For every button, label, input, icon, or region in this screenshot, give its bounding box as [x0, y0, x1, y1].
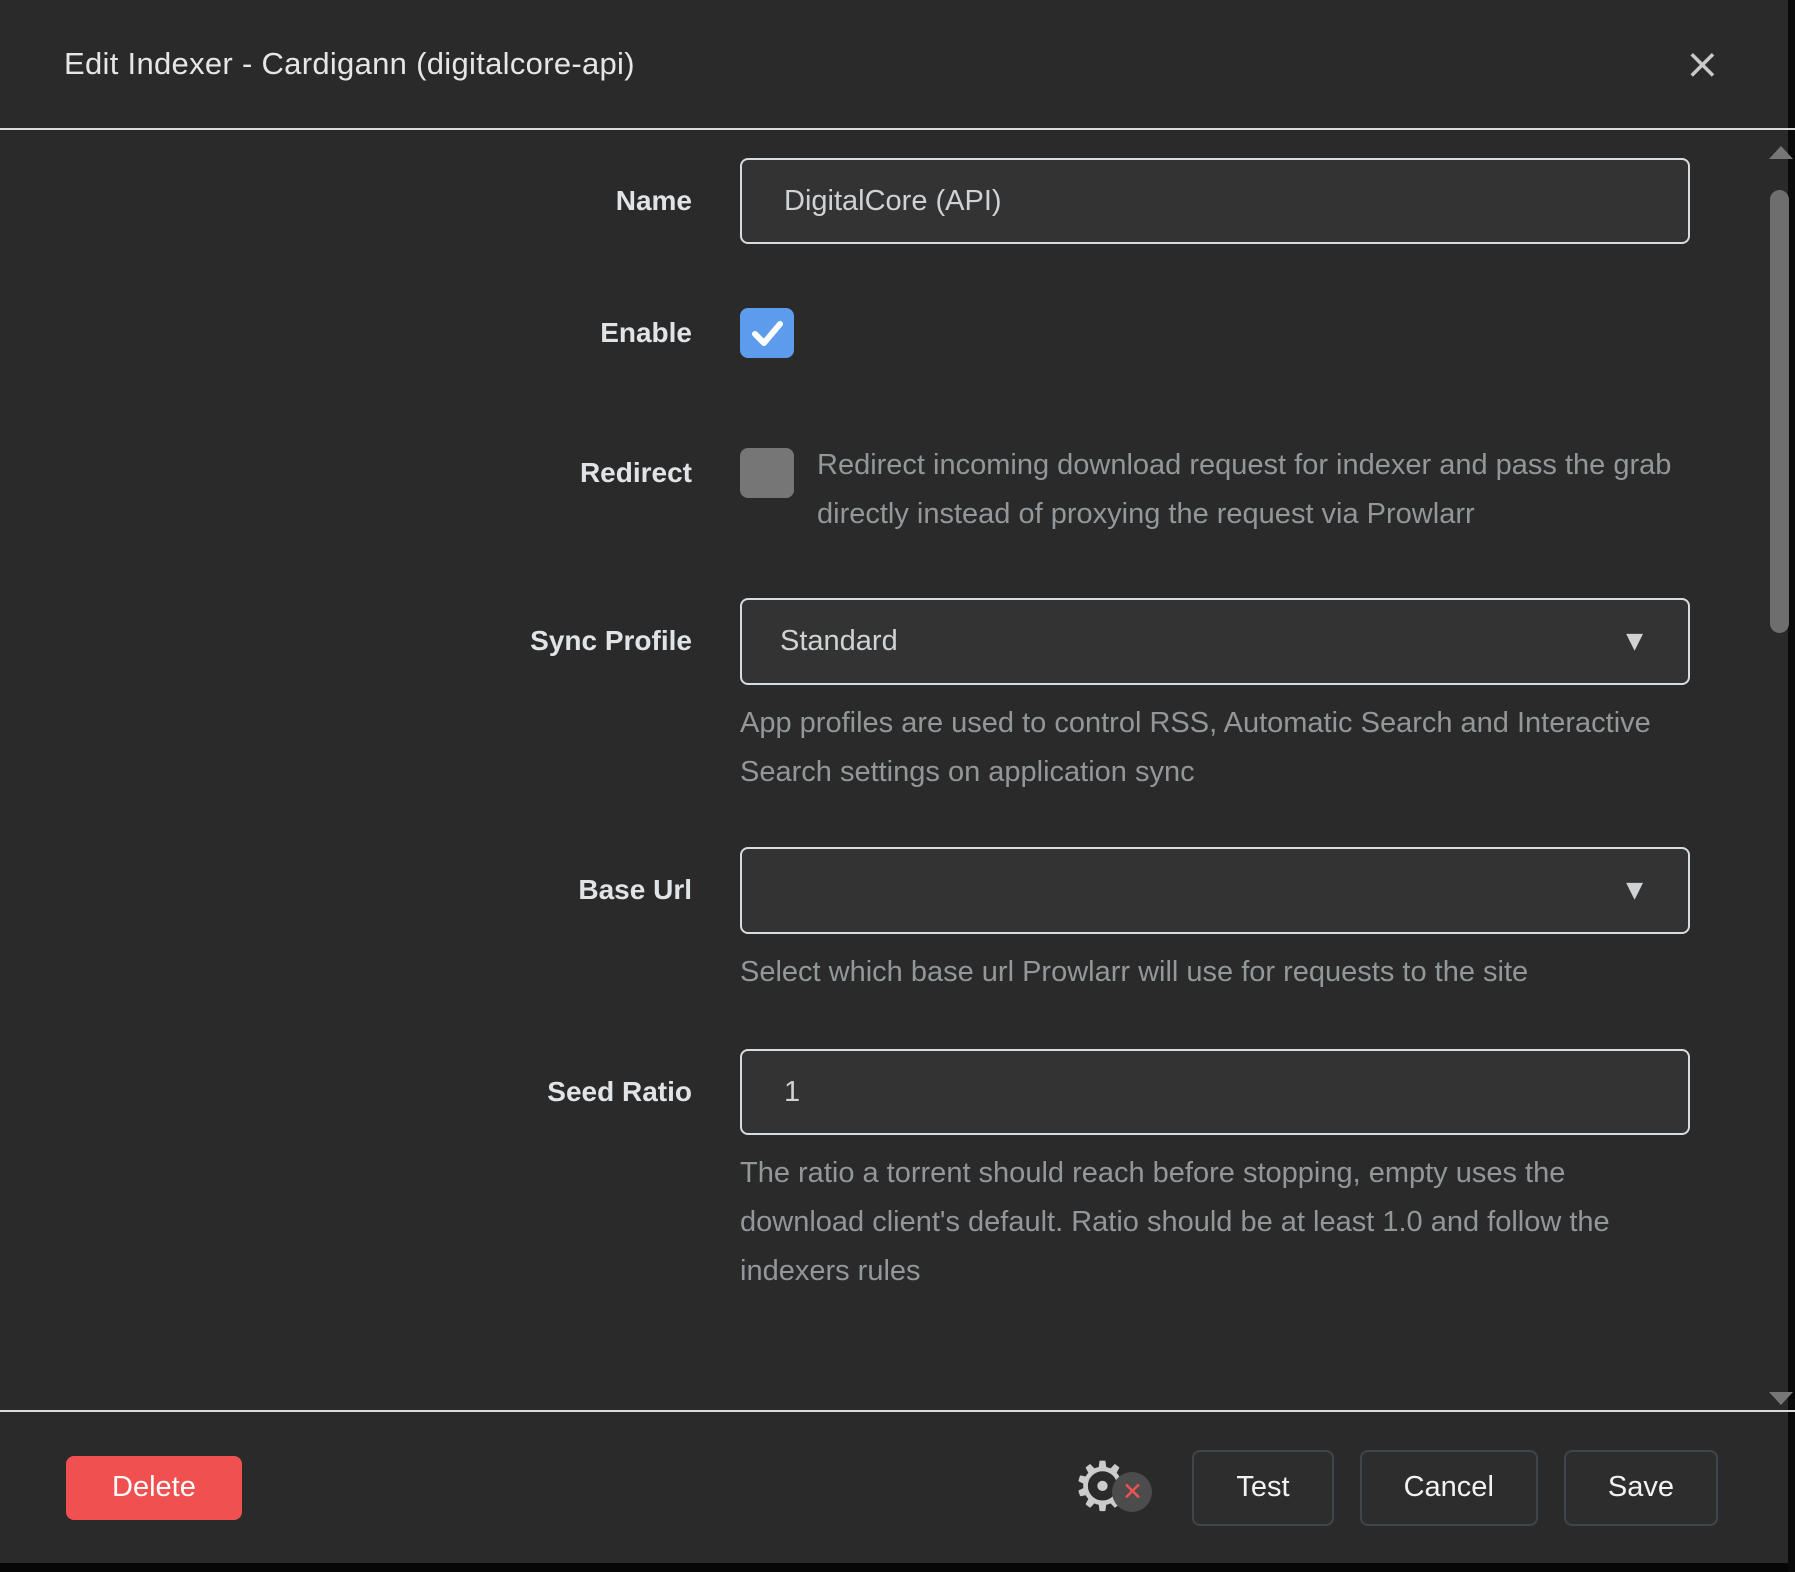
form-row-name: Name	[0, 158, 1788, 244]
form-row-base-url: Base Url ▼ Select which base url Prowlar…	[0, 847, 1788, 997]
enable-checkbox[interactable]	[740, 308, 794, 358]
form-row-sync-profile: Sync Profile Standard ▼ App profiles are…	[0, 598, 1788, 797]
seed-ratio-help-text: The ratio a torrent should reach before …	[740, 1149, 1690, 1296]
save-button[interactable]: Save	[1564, 1450, 1718, 1526]
chevron-down-icon: ▼	[1626, 629, 1643, 654]
seed-ratio-input[interactable]	[740, 1049, 1690, 1135]
form-row-seed-ratio: Seed Ratio The ratio a torrent should re…	[0, 1049, 1788, 1296]
modal-header: Edit Indexer - Cardigann (digitalcore-ap…	[0, 0, 1788, 128]
redirect-label: Redirect	[0, 448, 740, 546]
cancel-button[interactable]: Cancel	[1360, 1450, 1538, 1526]
scrollbar-thumb[interactable]	[1770, 190, 1789, 633]
modal-title: Edit Indexer - Cardigann (digitalcore-ap…	[64, 46, 1681, 82]
name-input[interactable]	[740, 158, 1690, 244]
test-button[interactable]: Test	[1192, 1450, 1333, 1526]
x-icon: ✕	[1122, 1479, 1143, 1504]
advanced-hidden-badge: ✕	[1112, 1472, 1152, 1512]
scrollbar-up-arrow-icon[interactable]	[1769, 146, 1793, 159]
base-url-select[interactable]: ▼	[740, 847, 1690, 934]
form-row-enable: Enable	[0, 308, 1788, 358]
redirect-help-text: Redirect incoming download request for i…	[817, 441, 1690, 539]
header-divider	[0, 128, 1795, 130]
scrollbar-down-arrow-icon[interactable]	[1769, 1392, 1793, 1405]
close-icon[interactable]: ×	[1681, 43, 1724, 85]
modal-footer: Delete ⚙ ✕ Test Cancel Save	[0, 1412, 1788, 1563]
base-url-label: Base Url	[0, 847, 740, 997]
name-label: Name	[0, 158, 740, 244]
sync-profile-label: Sync Profile	[0, 598, 740, 797]
base-url-help-text: Select which base url Prowlarr will use …	[740, 948, 1690, 997]
delete-button[interactable]: Delete	[66, 1456, 242, 1520]
form-row-redirect: Redirect Redirect incoming download requ…	[0, 448, 1788, 546]
enable-label: Enable	[0, 308, 740, 358]
checkmark-icon	[747, 315, 787, 351]
sync-profile-help-text: App profiles are used to control RSS, Au…	[740, 699, 1690, 797]
modal-body: Name Enable Redirect	[0, 130, 1788, 1408]
footer-divider	[0, 1410, 1795, 1412]
edit-indexer-modal: Edit Indexer - Cardigann (digitalcore-ap…	[0, 0, 1788, 1563]
sync-profile-value: Standard	[780, 625, 1626, 658]
redirect-checkbox[interactable]	[740, 448, 794, 498]
advanced-settings-toggle[interactable]: ⚙ ✕	[1066, 1448, 1138, 1528]
sync-profile-select[interactable]: Standard ▼	[740, 598, 1690, 685]
chevron-down-icon: ▼	[1626, 878, 1643, 903]
seed-ratio-label: Seed Ratio	[0, 1049, 740, 1296]
window-scrollbar-track[interactable]	[1788, 0, 1795, 1572]
